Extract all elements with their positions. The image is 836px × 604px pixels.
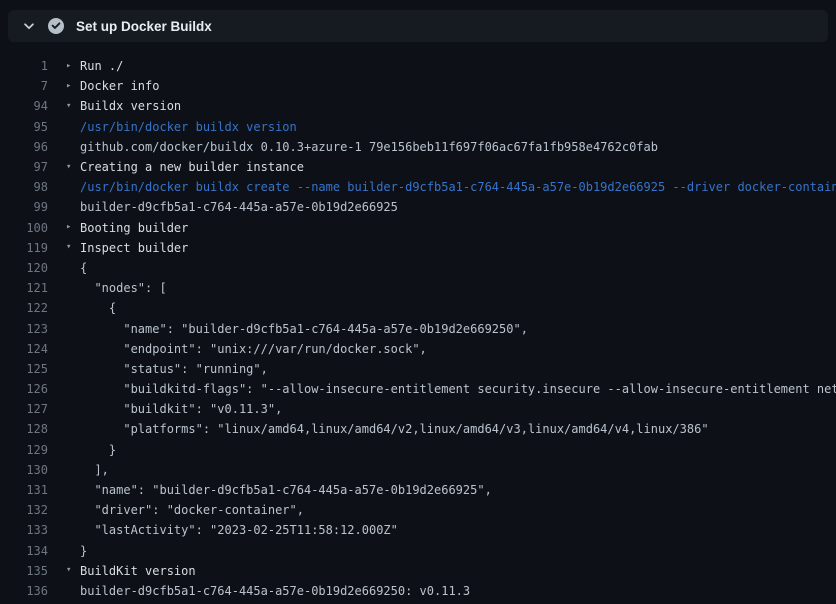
- check-circle-icon: [48, 18, 64, 34]
- step-header[interactable]: Set up Docker Buildx: [8, 10, 828, 42]
- group-caret-icon: ▾: [66, 243, 80, 252]
- log-line: 131 "name": "builder-d9cfb5a1-c764-445a-…: [0, 480, 836, 500]
- line-number[interactable]: 122: [0, 301, 48, 315]
- line-number[interactable]: 132: [0, 503, 48, 517]
- log-line-text: "buildkit": "v0.11.3",: [80, 402, 282, 416]
- log-group-header[interactable]: 94 ▾ Buildx version: [0, 96, 836, 116]
- chevron-down-icon[interactable]: [18, 15, 40, 37]
- log-line-text: "buildkitd-flags": "--allow-insecure-ent…: [80, 382, 836, 396]
- line-number[interactable]: 96: [0, 140, 48, 154]
- line-number[interactable]: 98: [0, 180, 48, 194]
- line-number[interactable]: 127: [0, 402, 48, 416]
- group-title[interactable]: Creating a new builder instance: [80, 160, 304, 174]
- log-line-text: "lastActivity": "2023-02-25T11:58:12.000…: [80, 523, 398, 537]
- log-line: 121 "nodes": [: [0, 278, 836, 298]
- line-number[interactable]: 128: [0, 422, 48, 436]
- step-title: Set up Docker Buildx: [76, 19, 212, 34]
- log-line-text: "name": "builder-d9cfb5a1-c764-445a-a57e…: [80, 483, 492, 497]
- log-line-text: builder-d9cfb5a1-c764-445a-a57e-0b19d2e6…: [80, 584, 470, 598]
- log-line-text: {: [80, 301, 116, 315]
- line-number[interactable]: 129: [0, 443, 48, 457]
- log-group-header[interactable]: 97 ▾ Creating a new builder instance: [0, 157, 836, 177]
- log-line: 120 {: [0, 258, 836, 278]
- group-title[interactable]: Docker info: [80, 79, 159, 93]
- log-group-header[interactable]: 100 ▸ Booting builder: [0, 218, 836, 238]
- log-line: 136 builder-d9cfb5a1-c764-445a-a57e-0b19…: [0, 581, 836, 601]
- log-line: 127 "buildkit": "v0.11.3",: [0, 399, 836, 419]
- line-number[interactable]: 133: [0, 523, 48, 537]
- log-line: 124 "endpoint": "unix:///var/run/docker.…: [0, 339, 836, 359]
- group-caret-icon: ▾: [66, 102, 80, 111]
- line-number[interactable]: 126: [0, 382, 48, 396]
- log-line-text: github.com/docker/buildx 0.10.3+azure-1 …: [80, 140, 658, 154]
- line-number[interactable]: 120: [0, 261, 48, 275]
- log-line: 134 }: [0, 541, 836, 561]
- group-caret-icon: ▸: [66, 223, 80, 232]
- log-line: 96 github.com/docker/buildx 0.10.3+azure…: [0, 137, 836, 157]
- log-group-header[interactable]: 7 ▸ Docker info: [0, 76, 836, 96]
- line-number[interactable]: 121: [0, 281, 48, 295]
- log-line: 122 {: [0, 298, 836, 318]
- log-line-text: builder-d9cfb5a1-c764-445a-a57e-0b19d2e6…: [80, 200, 398, 214]
- log-group-header[interactable]: 135 ▾ BuildKit version: [0, 561, 836, 581]
- log-container[interactable]: 1 ▸ Run ./ 7 ▸ Docker info 94 ▾ Buildx v…: [0, 56, 836, 604]
- log-group-header[interactable]: 1 ▸ Run ./: [0, 56, 836, 76]
- line-number[interactable]: 134: [0, 544, 48, 558]
- line-number[interactable]: 125: [0, 362, 48, 376]
- line-number[interactable]: 130: [0, 463, 48, 477]
- log-line: 130 ],: [0, 460, 836, 480]
- log-line: 129 }: [0, 440, 836, 460]
- line-number[interactable]: 97: [0, 160, 48, 174]
- log-line: 99 builder-d9cfb5a1-c764-445a-a57e-0b19d…: [0, 197, 836, 217]
- log-line-text: }: [80, 544, 87, 558]
- group-title[interactable]: Run ./: [80, 59, 123, 73]
- line-number[interactable]: 94: [0, 99, 48, 113]
- log-line: 123 "name": "builder-d9cfb5a1-c764-445a-…: [0, 318, 836, 338]
- group-caret-icon: ▾: [66, 566, 80, 575]
- line-number[interactable]: 131: [0, 483, 48, 497]
- group-caret-icon: ▸: [66, 62, 80, 71]
- log-line-text: }: [80, 443, 116, 457]
- log-line: 95 /usr/bin/docker buildx version: [0, 117, 836, 137]
- group-title[interactable]: BuildKit version: [80, 564, 196, 578]
- group-caret-icon: ▾: [66, 163, 80, 172]
- line-number[interactable]: 7: [0, 79, 48, 93]
- log-group-header[interactable]: 119 ▾ Inspect builder: [0, 238, 836, 258]
- log-line-text: "nodes": [: [80, 281, 167, 295]
- log-line-text: "name": "builder-d9cfb5a1-c764-445a-a57e…: [80, 322, 528, 336]
- line-number[interactable]: 136: [0, 584, 48, 598]
- log-line: 132 "driver": "docker-container",: [0, 500, 836, 520]
- log-line: 98 /usr/bin/docker buildx create --name …: [0, 177, 836, 197]
- log-line: 125 "status": "running",: [0, 359, 836, 379]
- line-number[interactable]: 123: [0, 322, 48, 336]
- log-line-text: "endpoint": "unix:///var/run/docker.sock…: [80, 342, 427, 356]
- group-title[interactable]: Buildx version: [80, 99, 181, 113]
- line-number[interactable]: 124: [0, 342, 48, 356]
- group-title[interactable]: Inspect builder: [80, 241, 188, 255]
- group-title[interactable]: Booting builder: [80, 221, 188, 235]
- line-number[interactable]: 100: [0, 221, 48, 235]
- log-line-text: "platforms": "linux/amd64,linux/amd64/v2…: [80, 422, 709, 436]
- group-caret-icon: ▸: [66, 82, 80, 91]
- log-line-text: {: [80, 261, 87, 275]
- line-number[interactable]: 119: [0, 241, 48, 255]
- log-line: 126 "buildkitd-flags": "--allow-insecure…: [0, 379, 836, 399]
- log-line-text: /usr/bin/docker buildx version: [80, 120, 297, 134]
- line-number[interactable]: 95: [0, 120, 48, 134]
- log-line-text: "status": "running",: [80, 362, 268, 376]
- log-line: 133 "lastActivity": "2023-02-25T11:58:12…: [0, 520, 836, 540]
- log-line-text: /usr/bin/docker buildx create --name bui…: [80, 180, 836, 194]
- log-line-text: ],: [80, 463, 109, 477]
- log-line-text: "driver": "docker-container",: [80, 503, 304, 517]
- log-line: 128 "platforms": "linux/amd64,linux/amd6…: [0, 419, 836, 439]
- line-number[interactable]: 1: [0, 59, 48, 73]
- line-number[interactable]: 99: [0, 200, 48, 214]
- line-number[interactable]: 135: [0, 564, 48, 578]
